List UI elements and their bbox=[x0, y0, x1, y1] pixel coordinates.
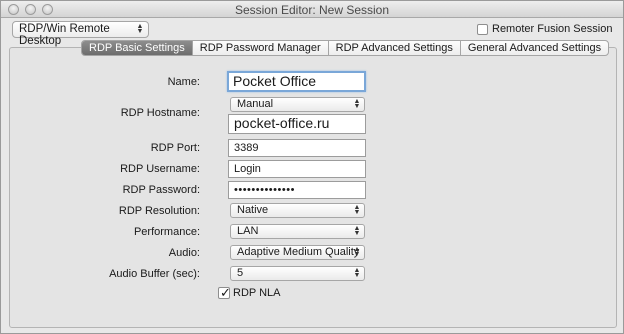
rdp-nla-label: RDP NLA bbox=[233, 287, 281, 299]
remoter-fusion-checkbox[interactable] bbox=[477, 24, 488, 35]
updown-arrows-icon: ▲ ▼ bbox=[353, 225, 361, 237]
username-field[interactable]: Login bbox=[228, 160, 366, 178]
audio-buffer-value: 5 bbox=[237, 267, 244, 279]
tab-general-advanced-settings[interactable]: General Advanced Settings bbox=[459, 41, 608, 55]
password-field[interactable]: •••••••••••••• bbox=[228, 181, 366, 199]
audio-buffer-label: Audio Buffer (sec): bbox=[109, 268, 200, 280]
performance-value: LAN bbox=[237, 225, 259, 237]
username-label: RDP Username: bbox=[120, 163, 200, 175]
hostname-mode-select[interactable]: Manual ▲ ▼ bbox=[230, 97, 365, 112]
password-label: RDP Password: bbox=[122, 184, 200, 196]
password-value: •••••••••••••• bbox=[234, 184, 295, 196]
tab-rdp-password-manager[interactable]: RDP Password Manager bbox=[191, 41, 328, 55]
remoter-fusion-label: Remoter Fusion Session bbox=[492, 23, 613, 35]
name-label: Name: bbox=[167, 76, 200, 88]
performance-select[interactable]: LAN ▲ ▼ bbox=[230, 224, 365, 239]
updown-arrows-icon: ▲ ▼ bbox=[353, 267, 361, 279]
updown-arrows-icon: ▲ ▼ bbox=[353, 98, 361, 110]
audio-value: Adaptive Medium Quality bbox=[237, 246, 360, 258]
resolution-select[interactable]: Native ▲ ▼ bbox=[230, 203, 365, 218]
resolution-label: RDP Resolution: bbox=[118, 205, 200, 217]
title-bar: Session Editor: New Session bbox=[1, 1, 623, 18]
username-value: Login bbox=[234, 163, 261, 175]
rdp-nla-checkbox[interactable]: ✓ bbox=[218, 285, 231, 300]
tab-rdp-advanced-settings[interactable]: RDP Advanced Settings bbox=[327, 41, 460, 55]
updown-arrows-icon: ▲ ▼ bbox=[353, 246, 361, 258]
updown-arrows-icon: ▲ ▼ bbox=[353, 204, 361, 216]
port-field[interactable]: 3389 bbox=[228, 139, 366, 157]
performance-label: Performance: bbox=[133, 226, 200, 238]
audio-select[interactable]: Adaptive Medium Quality ▲ ▼ bbox=[230, 245, 365, 260]
port-value: 3389 bbox=[234, 142, 259, 154]
window-title: Session Editor: New Session bbox=[234, 3, 390, 17]
hostname-value: pocket-office.ru bbox=[234, 115, 330, 131]
checkmark-icon: ✓ bbox=[220, 285, 231, 300]
port-label: RDP Port: bbox=[150, 142, 200, 154]
settings-panel: Name: Pocket Office RDP Hostname: Manual… bbox=[9, 47, 617, 328]
name-value: Pocket Office bbox=[233, 73, 317, 89]
audio-buffer-select[interactable]: 5 ▲ ▼ bbox=[230, 266, 365, 281]
session-editor-window: Session Editor: New Session RDP/Win Remo… bbox=[0, 0, 624, 334]
hostname-mode-value: Manual bbox=[237, 98, 274, 110]
hostname-field[interactable]: pocket-office.ru bbox=[228, 114, 366, 134]
updown-arrows-icon: ▲ ▼ bbox=[136, 23, 144, 35]
settings-tabs: RDP Basic Settings RDP Password Manager … bbox=[81, 40, 610, 56]
name-field[interactable]: Pocket Office bbox=[227, 71, 366, 92]
protocol-select[interactable]: RDP/Win Remote Desktop ▲ ▼ bbox=[12, 21, 149, 47]
hostname-label: RDP Hostname: bbox=[120, 107, 200, 119]
audio-label: Audio: bbox=[168, 247, 200, 259]
tab-rdp-basic-settings[interactable]: RDP Basic Settings bbox=[82, 41, 192, 55]
resolution-value: Native bbox=[237, 204, 269, 216]
